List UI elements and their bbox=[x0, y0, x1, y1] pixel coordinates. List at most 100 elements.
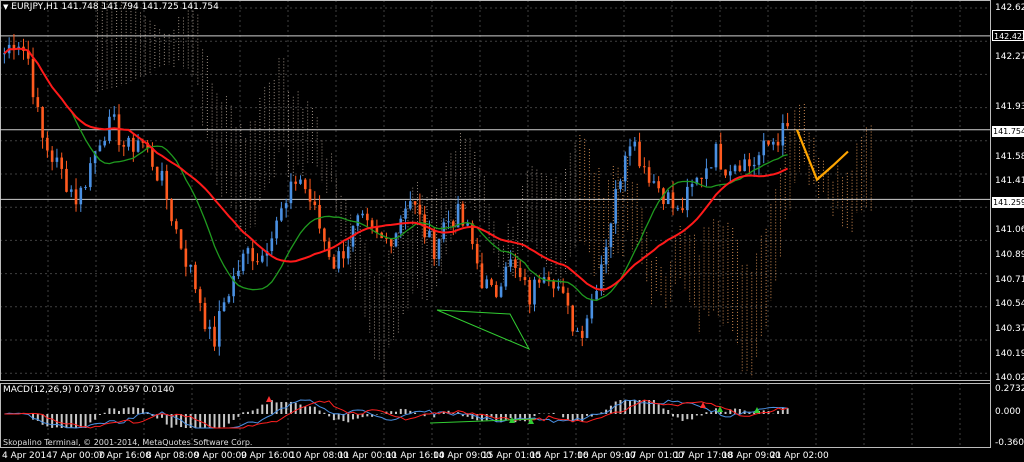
candle-body bbox=[623, 155, 627, 182]
candle-body bbox=[666, 192, 670, 205]
macd-arrow-icon bbox=[754, 407, 760, 413]
ohlc-values: 141.748 141.794 141.725 141.754 bbox=[61, 2, 219, 12]
candle-body bbox=[733, 165, 737, 172]
candle-body bbox=[600, 264, 603, 291]
candle-body bbox=[409, 201, 412, 209]
candle-body bbox=[280, 208, 283, 221]
time-tick: 21 Apr 02:00 bbox=[770, 451, 829, 461]
candle-body bbox=[657, 181, 660, 189]
candle-body bbox=[194, 264, 197, 290]
candle-body bbox=[686, 186, 689, 211]
candle-body bbox=[155, 166, 159, 181]
time-tick: 8 Apr 08:00 bbox=[146, 451, 199, 461]
hline-price-label: 141.259 bbox=[992, 197, 1024, 208]
price-tick: 141.060 bbox=[995, 225, 1024, 235]
candle-body bbox=[132, 137, 135, 152]
candle-body bbox=[41, 107, 44, 138]
trendline-triangle bbox=[436, 309, 531, 351]
candle-body bbox=[614, 189, 617, 224]
candle-body bbox=[165, 170, 169, 200]
candle-body bbox=[557, 286, 560, 289]
chart-window[interactable]: ▼ EURJPY,H1 141.748 141.794 141.725 141.… bbox=[0, 0, 1024, 462]
candle-body bbox=[523, 277, 527, 281]
candle-body bbox=[504, 266, 508, 287]
dropdown-arrow-icon[interactable]: ▼ bbox=[3, 3, 8, 11]
candle-body bbox=[595, 290, 598, 300]
candle-body bbox=[752, 164, 756, 167]
candle-body bbox=[724, 169, 727, 176]
candle-body bbox=[318, 204, 321, 229]
candle-body bbox=[112, 114, 116, 117]
candle-body bbox=[643, 166, 646, 168]
candle-body bbox=[681, 208, 684, 211]
candle-body bbox=[299, 179, 302, 184]
candle-body bbox=[432, 230, 436, 259]
candle-body bbox=[346, 246, 350, 259]
candle-body bbox=[738, 165, 742, 172]
candle-body bbox=[528, 280, 532, 305]
candle-body bbox=[246, 248, 250, 254]
candle-body bbox=[490, 279, 493, 286]
candle-body bbox=[356, 215, 360, 226]
candle-body bbox=[294, 181, 298, 184]
candle-body bbox=[222, 302, 226, 312]
candle-body bbox=[762, 140, 766, 156]
candle-body bbox=[771, 141, 775, 145]
candle-body bbox=[494, 285, 498, 297]
candle-body bbox=[619, 181, 622, 190]
candle-body bbox=[237, 270, 240, 276]
candle-body bbox=[69, 189, 73, 192]
candle-body bbox=[65, 168, 68, 192]
price-tick: 140.715 bbox=[995, 275, 1024, 285]
candle-body bbox=[284, 203, 288, 209]
bid-price-label: 141.754 bbox=[992, 126, 1024, 137]
candle-body bbox=[647, 167, 651, 183]
time-tick: 9 Apr 16:00 bbox=[241, 451, 294, 461]
candle-body bbox=[418, 204, 422, 215]
candle-body bbox=[256, 261, 259, 263]
candle-body bbox=[227, 296, 231, 303]
candle-body bbox=[160, 170, 164, 181]
candle-body bbox=[537, 279, 541, 283]
candle-body bbox=[729, 171, 732, 176]
candle-body bbox=[786, 123, 789, 127]
candle-body bbox=[208, 326, 212, 330]
price-tick: 140.545 bbox=[995, 299, 1024, 309]
macd-arrow-icon bbox=[266, 396, 272, 402]
candle-body bbox=[203, 302, 207, 330]
candle-body bbox=[79, 187, 83, 205]
candle-body bbox=[323, 228, 326, 242]
candle-body bbox=[437, 239, 441, 259]
candle-body bbox=[638, 141, 641, 167]
candle-body bbox=[136, 140, 140, 152]
candle-body bbox=[175, 221, 178, 230]
candle-body bbox=[313, 201, 317, 205]
candle-body bbox=[189, 264, 192, 267]
candle-body bbox=[767, 140, 770, 145]
candle-body bbox=[509, 259, 512, 267]
candle-body bbox=[60, 157, 63, 169]
watermark: Skopalino Terminal, © 2001-2014, MetaQuo… bbox=[3, 438, 253, 447]
hline-price-label: 142.422 bbox=[992, 30, 1024, 41]
candle-body bbox=[514, 259, 517, 268]
candle-body bbox=[475, 243, 479, 264]
candle-body bbox=[709, 167, 713, 169]
candle-body bbox=[217, 311, 221, 347]
price-tick: 141.580 bbox=[995, 152, 1024, 162]
candle-body bbox=[55, 157, 59, 162]
candle-body bbox=[461, 203, 465, 226]
candle-body bbox=[566, 292, 570, 306]
price-tick: 142.275 bbox=[995, 52, 1024, 62]
main-panel-border bbox=[0, 0, 991, 381]
candle-body bbox=[103, 140, 106, 146]
candle-body bbox=[213, 326, 216, 347]
candle-body bbox=[590, 299, 594, 319]
candle-body bbox=[289, 181, 293, 204]
candle-body bbox=[428, 230, 431, 238]
candle-body bbox=[389, 238, 393, 247]
price-tick: 141.930 bbox=[995, 102, 1024, 112]
candle-body bbox=[342, 251, 345, 259]
candle-body bbox=[690, 184, 694, 187]
candle-body bbox=[179, 229, 183, 249]
candle-body bbox=[50, 150, 54, 162]
